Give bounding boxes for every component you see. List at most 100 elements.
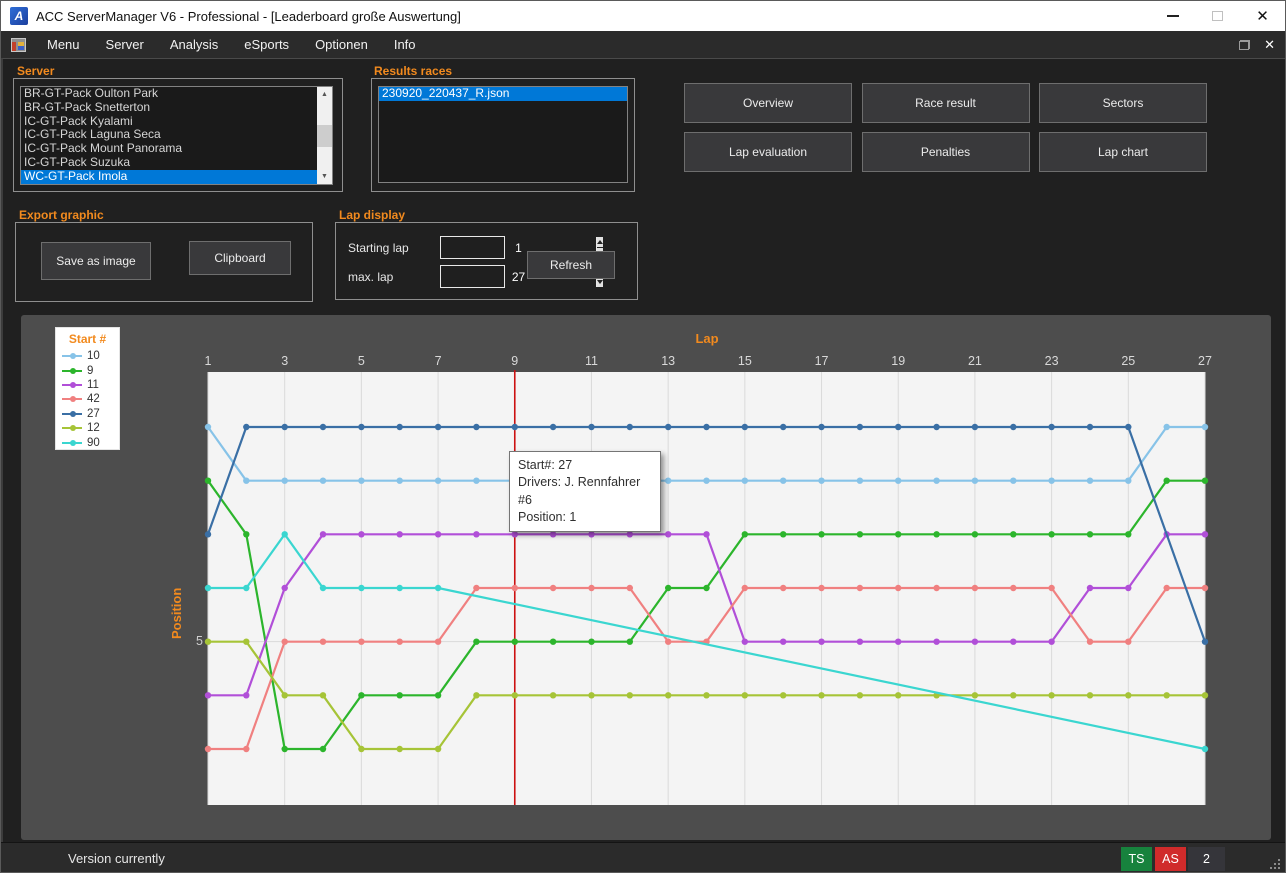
menu-bar: MenuServerAnalysiseSportsOptionenInfo ✕: [1, 31, 1285, 58]
nav-button-penalties[interactable]: Penalties: [862, 132, 1030, 172]
maximize-button[interactable]: [1195, 1, 1240, 31]
data-point: [857, 424, 863, 430]
data-point: [1164, 424, 1170, 430]
scroll-down-icon[interactable]: ▼: [317, 169, 332, 184]
server-listbox[interactable]: BR-GT-Pack Oulton ParkBR-GT-Pack Snetter…: [20, 86, 333, 185]
menu-item-optionen[interactable]: Optionen: [302, 32, 381, 57]
starting-lap-up-button[interactable]: [597, 237, 603, 247]
data-point: [1125, 692, 1131, 698]
resize-grip-icon[interactable]: [1268, 857, 1280, 869]
data-point: [627, 424, 633, 430]
data-point: [857, 585, 863, 591]
data-point: [780, 531, 786, 537]
server-list-item[interactable]: IC-GT-Pack Suzuka: [21, 156, 332, 170]
menu-item-menu[interactable]: Menu: [34, 32, 93, 57]
data-point: [818, 424, 824, 430]
data-point: [397, 692, 403, 698]
status-bar: Version currently TS AS 2: [1, 842, 1285, 873]
legend-marker-icon: [62, 413, 82, 415]
legend-marker-icon: [62, 370, 82, 372]
scroll-track[interactable]: [317, 102, 332, 169]
data-point: [1125, 478, 1131, 484]
data-point: [205, 478, 211, 484]
close-button[interactable]: ✕: [1240, 1, 1285, 31]
close-icon: ✕: [1256, 9, 1269, 24]
data-point: [1202, 531, 1208, 537]
data-point: [972, 639, 978, 645]
legend-label: 42: [87, 393, 100, 405]
legend-item: 12: [62, 421, 119, 435]
server-list-item[interactable]: BR-GT-Pack Oulton Park: [21, 87, 332, 101]
data-point: [703, 692, 709, 698]
data-point: [1087, 424, 1093, 430]
legend-rows: 1091142271290: [62, 349, 119, 450]
nav-button-overview[interactable]: Overview: [684, 83, 852, 123]
data-point: [320, 746, 326, 752]
data-point: [243, 585, 249, 591]
app-icon: A: [10, 7, 28, 25]
nav-button-lap-chart[interactable]: Lap chart: [1039, 132, 1207, 172]
lap-chart-plot[interactable]: [208, 372, 1205, 805]
server-list-scrollbar[interactable]: ▲ ▼: [317, 87, 332, 184]
menu-item-info[interactable]: Info: [381, 32, 429, 57]
data-point: [588, 639, 594, 645]
results-listbox[interactable]: 230920_220437_R.json: [378, 86, 628, 183]
x-tick-label: 23: [1037, 354, 1067, 368]
menu-item-server[interactable]: Server: [93, 32, 157, 57]
data-point: [895, 585, 901, 591]
results-list-item[interactable]: 230920_220437_R.json: [379, 87, 627, 101]
close-icon: ✕: [1264, 37, 1275, 52]
data-point: [742, 692, 748, 698]
refresh-button[interactable]: Refresh: [527, 251, 615, 279]
data-point: [205, 424, 211, 430]
data-point: [780, 424, 786, 430]
nav-button-lap-evaluation[interactable]: Lap evaluation: [684, 132, 852, 172]
minimize-icon: [1167, 15, 1179, 17]
data-point: [588, 585, 594, 591]
server-list-item[interactable]: BR-GT-Pack Snetterton: [21, 101, 332, 115]
mdi-restore-button[interactable]: [1239, 40, 1250, 50]
legend-label: 11: [87, 379, 99, 391]
data-point: [1010, 478, 1016, 484]
data-point: [780, 478, 786, 484]
chart-tooltip: Start#: 27 Drivers: J. Rennfahrer #6 Pos…: [509, 451, 661, 532]
data-point: [243, 531, 249, 537]
data-point: [473, 424, 479, 430]
server-list-item[interactable]: IC-GT-Pack Laguna Seca: [21, 128, 332, 142]
data-point: [588, 531, 594, 537]
x-tick-label: 5: [346, 354, 376, 368]
data-point: [972, 531, 978, 537]
data-point: [435, 746, 441, 752]
minimize-button[interactable]: [1150, 1, 1195, 31]
data-point: [358, 531, 364, 537]
data-point: [1164, 692, 1170, 698]
clipboard-button[interactable]: Clipboard: [189, 241, 291, 275]
data-point: [358, 692, 364, 698]
lap-chart-svg: [208, 372, 1205, 805]
data-point: [857, 531, 863, 537]
data-point: [742, 639, 748, 645]
server-list-item[interactable]: WC-GT-Pack Imola: [21, 170, 332, 184]
x-tick-label: 17: [807, 354, 837, 368]
save-as-image-button[interactable]: Save as image: [41, 242, 151, 280]
nav-button-race-result[interactable]: Race result: [862, 83, 1030, 123]
data-point: [205, 692, 211, 698]
data-point: [742, 531, 748, 537]
scroll-thumb[interactable]: [317, 125, 332, 147]
data-point: [550, 639, 556, 645]
data-point: [282, 531, 288, 537]
data-point: [818, 692, 824, 698]
data-point: [895, 478, 901, 484]
data-point: [627, 692, 633, 698]
mdi-close-button[interactable]: ✕: [1264, 36, 1275, 54]
data-point: [320, 424, 326, 430]
server-list-item[interactable]: IC-GT-Pack Mount Panorama: [21, 142, 332, 156]
menu-item-analysis[interactable]: Analysis: [157, 32, 231, 57]
menu-item-esports[interactable]: eSports: [231, 32, 302, 57]
nav-button-sectors[interactable]: Sectors: [1039, 83, 1207, 123]
data-point: [512, 531, 518, 537]
status-indicators: TS AS 2: [1118, 843, 1225, 873]
server-list-item[interactable]: IC-GT-Pack Kyalami: [21, 115, 332, 129]
data-point: [1202, 639, 1208, 645]
scroll-up-icon[interactable]: ▲: [317, 87, 332, 102]
